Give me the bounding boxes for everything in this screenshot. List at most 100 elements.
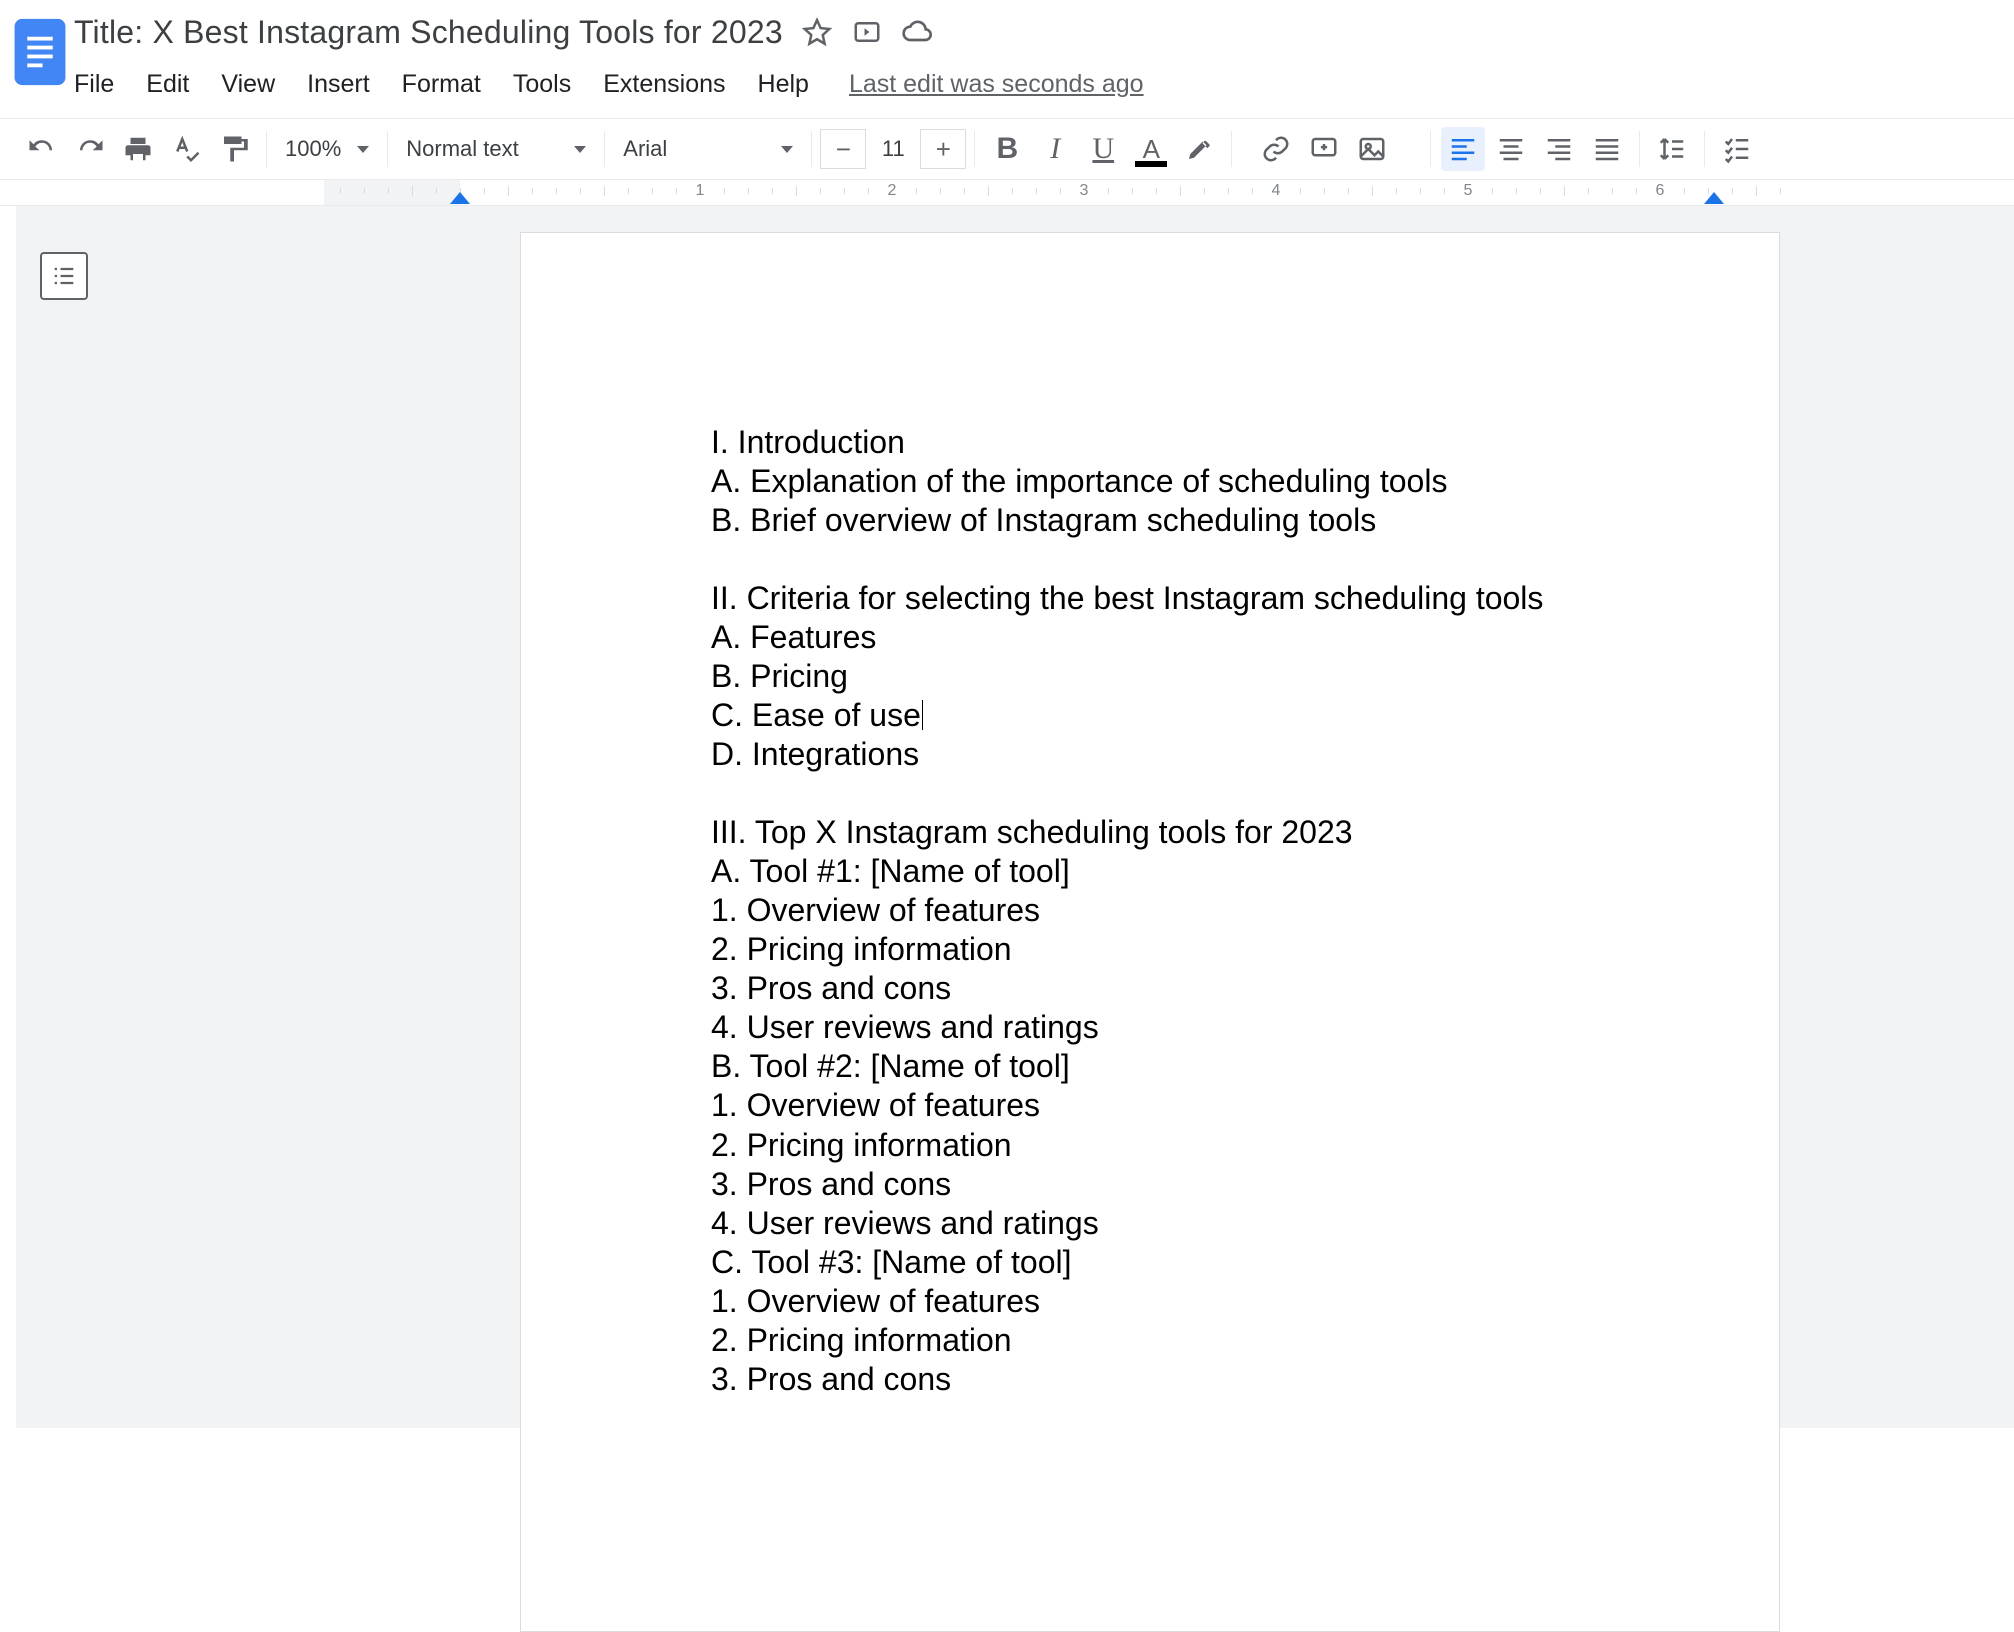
highlight-button[interactable] bbox=[1177, 127, 1221, 171]
font-size-decrease-button[interactable]: − bbox=[821, 129, 865, 169]
toolbar-separator bbox=[974, 131, 975, 167]
text-color-swatch bbox=[1135, 161, 1167, 167]
menu-extensions[interactable]: Extensions bbox=[587, 64, 741, 105]
comment-icon bbox=[1309, 134, 1339, 164]
vertical-ruler[interactable] bbox=[0, 206, 16, 1428]
link-icon bbox=[1261, 134, 1291, 164]
doc-line[interactable]: 1. Overview of features bbox=[711, 1086, 1589, 1125]
font-size-increase-button[interactable]: + bbox=[921, 129, 965, 169]
ruler-label: 5 bbox=[1464, 182, 1473, 200]
docs-logo[interactable] bbox=[10, 10, 70, 92]
doc-line[interactable]: B. Tool #2: [Name of tool] bbox=[711, 1047, 1589, 1086]
menu-edit[interactable]: Edit bbox=[130, 64, 205, 105]
doc-line[interactable]: 3. Pros and cons bbox=[711, 969, 1589, 1008]
font-size-input[interactable] bbox=[865, 129, 921, 169]
ruler-label: 1 bbox=[696, 182, 705, 200]
font-value: Arial bbox=[623, 136, 667, 162]
text-cursor bbox=[922, 700, 924, 730]
menu-file[interactable]: File bbox=[74, 64, 130, 105]
underline-icon: U bbox=[1092, 134, 1114, 164]
align-center-button[interactable] bbox=[1489, 127, 1533, 171]
docs-logo-icon bbox=[12, 16, 68, 88]
font-size-control: − + bbox=[820, 129, 966, 169]
insert-image-button[interactable] bbox=[1350, 127, 1394, 171]
doc-line[interactable]: 2. Pricing information bbox=[711, 1126, 1589, 1165]
insert-comment-button[interactable] bbox=[1302, 127, 1346, 171]
doc-line[interactable]: 2. Pricing information bbox=[711, 1321, 1589, 1360]
undo-button[interactable] bbox=[20, 127, 64, 171]
menu-bar: File Edit View Insert Format Tools Exten… bbox=[74, 60, 2014, 108]
horizontal-ruler[interactable]: 123456 bbox=[0, 180, 2014, 206]
style-select[interactable]: Normal text bbox=[396, 127, 596, 171]
star-icon[interactable] bbox=[801, 16, 833, 48]
toolbar-separator bbox=[604, 131, 605, 167]
text-color-button[interactable]: A bbox=[1129, 127, 1173, 171]
line-spacing-button[interactable] bbox=[1650, 127, 1694, 171]
document-page[interactable]: I. IntroductionA. Explanation of the imp… bbox=[520, 232, 1780, 1632]
doc-line[interactable]: 1. Overview of features bbox=[711, 1282, 1589, 1321]
doc-line[interactable]: B. Brief overview of Instagram schedulin… bbox=[711, 501, 1589, 540]
checklist-icon bbox=[1722, 134, 1752, 164]
doc-line[interactable]: I. Introduction bbox=[711, 423, 1589, 462]
doc-line[interactable]: II. Criteria for selecting the best Inst… bbox=[711, 579, 1589, 618]
doc-line[interactable]: III. Top X Instagram scheduling tools fo… bbox=[711, 813, 1589, 852]
image-icon bbox=[1357, 134, 1387, 164]
spellcheck-icon bbox=[171, 134, 201, 164]
indent-marker-right[interactable] bbox=[1704, 192, 1724, 204]
undo-icon bbox=[27, 134, 57, 164]
spellcheck-button[interactable] bbox=[164, 127, 208, 171]
doc-title[interactable]: Title: X Best Instagram Scheduling Tools… bbox=[74, 14, 783, 51]
doc-line[interactable]: B. Pricing bbox=[711, 657, 1589, 696]
doc-line[interactable] bbox=[711, 774, 1589, 813]
align-left-button[interactable] bbox=[1441, 127, 1485, 171]
checklist-button[interactable] bbox=[1715, 127, 1759, 171]
doc-line[interactable]: 3. Pros and cons bbox=[711, 1165, 1589, 1204]
line-spacing-icon bbox=[1657, 134, 1687, 164]
align-justify-icon bbox=[1592, 134, 1622, 164]
doc-line[interactable]: A. Explanation of the importance of sche… bbox=[711, 462, 1589, 501]
menu-help[interactable]: Help bbox=[742, 64, 825, 105]
doc-line[interactable]: 1. Overview of features bbox=[711, 891, 1589, 930]
doc-line[interactable]: 4. User reviews and ratings bbox=[711, 1008, 1589, 1047]
image-dropdown[interactable] bbox=[1398, 127, 1420, 171]
underline-button[interactable]: U bbox=[1081, 127, 1125, 171]
menu-format[interactable]: Format bbox=[386, 64, 497, 105]
indent-marker-left[interactable] bbox=[450, 192, 470, 204]
outline-icon bbox=[50, 262, 78, 290]
menu-tools[interactable]: Tools bbox=[497, 64, 587, 105]
doc-line[interactable]: 4. User reviews and ratings bbox=[711, 1204, 1589, 1243]
doc-line[interactable]: 2. Pricing information bbox=[711, 930, 1589, 969]
zoom-select[interactable]: 100% bbox=[275, 127, 379, 171]
doc-line[interactable]: C. Tool #3: [Name of tool] bbox=[711, 1243, 1589, 1282]
align-center-icon bbox=[1496, 134, 1526, 164]
doc-line[interactable]: C. Ease of use bbox=[711, 696, 1589, 735]
doc-line[interactable]: A. Tool #1: [Name of tool] bbox=[711, 852, 1589, 891]
italic-icon: I bbox=[1050, 134, 1060, 164]
text-color-icon: A bbox=[1143, 134, 1160, 165]
chevron-down-icon bbox=[357, 146, 369, 153]
ruler-label: 6 bbox=[1656, 182, 1665, 200]
chevron-down-icon bbox=[781, 146, 793, 153]
font-select[interactable]: Arial bbox=[613, 127, 803, 171]
print-button[interactable] bbox=[116, 127, 160, 171]
outline-toggle-button[interactable] bbox=[40, 252, 88, 300]
menu-insert[interactable]: Insert bbox=[291, 64, 386, 105]
style-value: Normal text bbox=[406, 136, 518, 162]
menu-view[interactable]: View bbox=[205, 64, 291, 105]
bold-button[interactable]: B bbox=[985, 127, 1029, 171]
toolbar-separator bbox=[266, 131, 267, 167]
last-edit-link[interactable]: Last edit was seconds ago bbox=[849, 70, 1144, 99]
doc-line[interactable]: D. Integrations bbox=[711, 735, 1589, 774]
doc-line[interactable] bbox=[711, 540, 1589, 579]
italic-button[interactable]: I bbox=[1033, 127, 1077, 171]
align-justify-button[interactable] bbox=[1585, 127, 1629, 171]
doc-line[interactable]: 3. Pros and cons bbox=[711, 1360, 1589, 1399]
doc-line[interactable]: A. Features bbox=[711, 618, 1589, 657]
redo-button[interactable] bbox=[68, 127, 112, 171]
insert-link-button[interactable] bbox=[1254, 127, 1298, 171]
paint-format-button[interactable] bbox=[212, 127, 256, 171]
chevron-down-icon bbox=[574, 146, 586, 153]
cloud-icon[interactable] bbox=[901, 16, 933, 48]
move-icon[interactable] bbox=[851, 16, 883, 48]
align-right-button[interactable] bbox=[1537, 127, 1581, 171]
